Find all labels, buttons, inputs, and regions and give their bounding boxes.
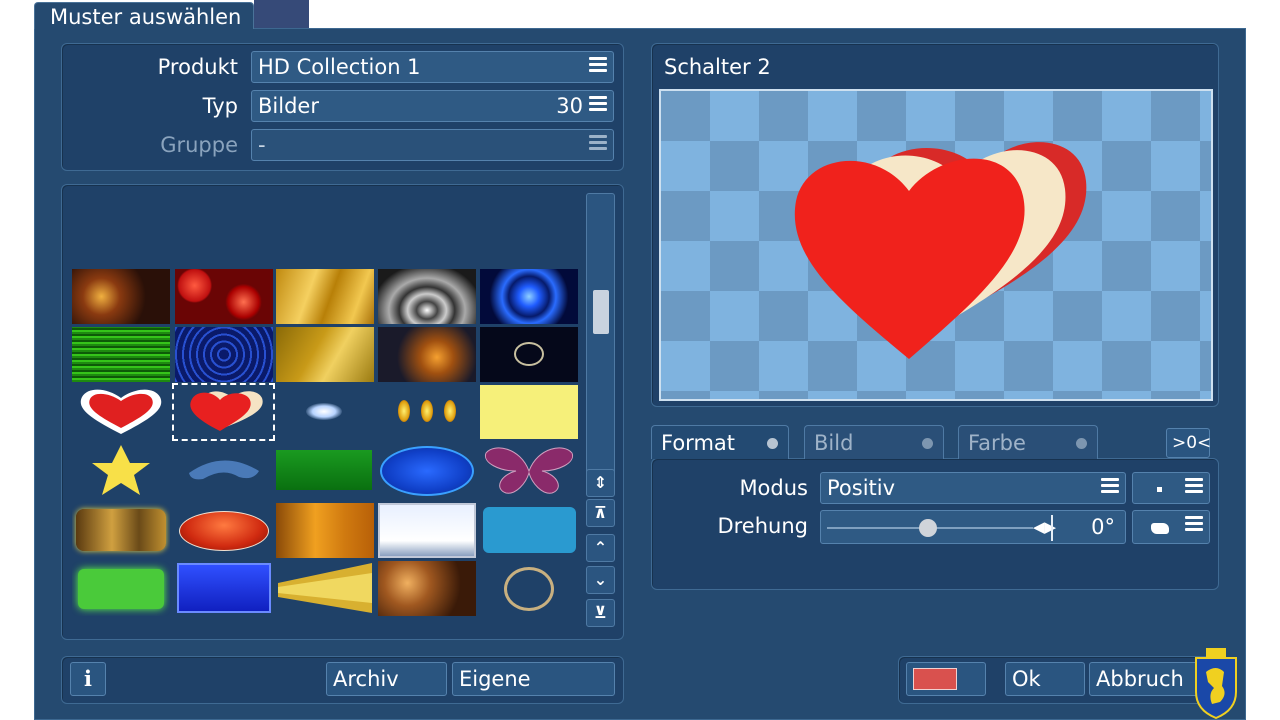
ok-button[interactable]: Ok: [1005, 662, 1085, 696]
gruppe-select[interactable]: -: [251, 129, 614, 161]
chevron-down-icon[interactable]: ⌄: [586, 566, 615, 594]
updown-icon[interactable]: ⇕: [586, 469, 615, 497]
gruppe-label: Gruppe: [160, 133, 238, 157]
pattern-thumb-orange-gradient[interactable]: [276, 503, 374, 558]
preview-title: Schalter 2: [664, 55, 771, 79]
produkt-value: HD Collection 1: [258, 55, 421, 79]
modus-select[interactable]: Positiv: [820, 472, 1126, 504]
abbruch-button-label: Abbruch: [1096, 667, 1184, 691]
pattern-thumb-red-bokeh[interactable]: [175, 269, 273, 324]
hamburger-menu-icon: [1185, 516, 1203, 534]
chevron-up-icon[interactable]: ⌃: [586, 534, 615, 562]
pattern-thumb-blue-ellipse[interactable]: [378, 443, 476, 498]
tab-farbe[interactable]: Farbe: [958, 425, 1098, 459]
drehung-label: Drehung: [717, 514, 808, 538]
eraser-icon: [1151, 523, 1169, 534]
pattern-thumb-yellow-rect[interactable]: [480, 385, 578, 439]
pattern-thumb-butterfly[interactable]: [480, 443, 578, 498]
pattern-thumb-gold-perspective[interactable]: [276, 561, 374, 616]
pattern-thumb-silver-ripple[interactable]: [378, 269, 476, 324]
preview-canvas: [659, 89, 1213, 401]
produkt-select[interactable]: HD Collection 1: [251, 51, 614, 83]
drehung-slider-knob[interactable]: [919, 519, 937, 537]
tab-farbe-label: Farbe: [968, 431, 1026, 455]
hamburger-menu-icon: [589, 57, 607, 75]
pattern-thumb-light-oval[interactable]: [276, 384, 374, 439]
modus-value: Positiv: [827, 476, 896, 500]
pattern-thumb-star[interactable]: [72, 443, 170, 498]
pattern-thumb-blue-swirl[interactable]: [480, 269, 578, 324]
color-swatch-button[interactable]: [906, 662, 986, 696]
drehung-slider-field[interactable]: ◀▶ 0°: [820, 510, 1126, 544]
pattern-thumb-red-pill[interactable]: [175, 503, 273, 558]
reset-button-label: >0<: [1172, 433, 1212, 453]
grid-scrollbar[interactable]: [586, 193, 615, 493]
info-button-label: i: [84, 666, 92, 691]
pattern-thumb-gold-waves[interactable]: [276, 269, 374, 324]
pattern-thumb-blue-arc[interactable]: [175, 443, 273, 498]
drehung-options-button[interactable]: [1132, 510, 1210, 544]
archiv-button[interactable]: Archiv: [326, 662, 447, 696]
tab-farbe-indicator: [1076, 438, 1087, 449]
tab-format-indicator: [767, 438, 778, 449]
pattern-thumb-gold-particles[interactable]: [378, 327, 476, 382]
info-button[interactable]: i: [70, 662, 106, 696]
pattern-thumb-blue-tunnel[interactable]: [175, 327, 273, 382]
eigene-button-label: Eigene: [459, 667, 531, 691]
typ-select[interactable]: Bilder 30: [251, 90, 614, 122]
pattern-thumb-gold-sheen[interactable]: [276, 327, 374, 382]
hamburger-menu-icon: [589, 96, 607, 114]
tab-format[interactable]: Format: [651, 425, 789, 459]
pattern-thumb-white-window[interactable]: [378, 503, 476, 558]
ok-button-label: Ok: [1012, 667, 1041, 691]
hamburger-menu-icon: [1185, 478, 1203, 496]
color-swatch: [913, 668, 957, 690]
pattern-thumb-heart-2-selected[interactable]: [172, 383, 275, 441]
pattern-thumb-green-rect[interactable]: [276, 450, 372, 490]
pattern-thumb-golden-sparks[interactable]: [72, 269, 170, 324]
title-tab-tail: [254, 0, 309, 28]
tab-bild[interactable]: Bild: [804, 425, 944, 459]
tab-format-label: Format: [661, 431, 736, 455]
hamburger-menu-icon: [589, 135, 607, 153]
tab-bild-label: Bild: [814, 431, 854, 455]
pattern-thumb-gold-frame[interactable]: [72, 503, 170, 558]
dot-icon: [1157, 487, 1162, 492]
tab-bild-indicator: [922, 438, 933, 449]
reset-button[interactable]: >0<: [1166, 428, 1212, 458]
eigene-button[interactable]: Eigene: [452, 662, 615, 696]
drehung-value: 0°: [1091, 515, 1115, 539]
gruppe-value: -: [258, 133, 266, 157]
pattern-thumb-green-glow[interactable]: [72, 561, 170, 616]
pattern-thumb-ornament-ring[interactable]: [480, 561, 578, 616]
scroll-thumb[interactable]: [593, 290, 609, 334]
crest-logo-icon: [1188, 646, 1244, 720]
typ-label: Typ: [202, 94, 238, 118]
hamburger-menu-icon: [1101, 478, 1119, 496]
produkt-label: Produkt: [157, 55, 238, 79]
pattern-thumb-green-lines[interactable]: [72, 327, 170, 382]
scroll-bottom-icon[interactable]: ⊻: [586, 599, 615, 627]
drehung-divider: [1051, 515, 1053, 541]
archiv-button-label: Archiv: [333, 667, 399, 691]
pattern-thumb-bronze-bokeh[interactable]: [378, 561, 476, 616]
scroll-top-icon[interactable]: ⊼: [586, 499, 615, 527]
typ-count: 30: [556, 94, 583, 118]
typ-value: Bilder: [258, 94, 319, 118]
modus-label: Modus: [739, 476, 808, 500]
pattern-thumb-ornament-frame[interactable]: [480, 327, 578, 382]
pattern-thumb-heart-1[interactable]: [72, 384, 170, 439]
pattern-thumb-three-lights[interactable]: [378, 384, 476, 439]
pattern-thumb-blue-panel[interactable]: [175, 561, 273, 616]
modus-options-button[interactable]: [1132, 472, 1210, 504]
pattern-thumb-blue-brush[interactable]: [480, 503, 578, 558]
dialog-title: Muster auswählen: [34, 2, 254, 29]
